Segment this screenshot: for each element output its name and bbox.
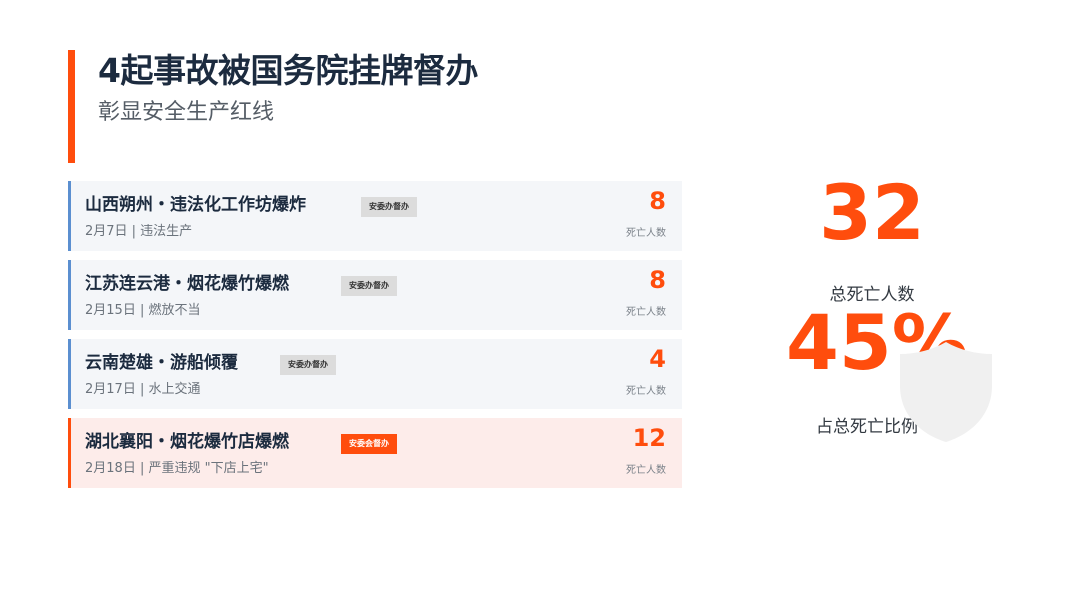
incident-title: 湖北襄阳・烟花爆竹店爆燃 [85,432,289,452]
incident-meta: 2月15日 | 燃放不当 [85,303,201,318]
incident-card-jiangsu: 江苏连云港・烟花爆竹爆燃 安委办督办 2月15日 | 燃放不当 8 死亡人数 [68,260,682,330]
incident-card-yunnan: 云南楚雄・游船倾覆 安委办督办 2月17日 | 水上交通 4 死亡人数 [68,339,682,409]
supervision-tag: 安委办督办 [341,276,397,296]
supervision-tag: 安委会督办 [341,434,397,454]
death-count: 8 [649,187,666,215]
shield-icon [900,342,992,442]
death-count-label: 死亡人数 [626,307,666,318]
page-subtitle: 彰显安全生产红线 [98,100,275,125]
incident-title: 山西朔州・违法化工作坊爆炸 [85,195,306,215]
incident-card-hubei: 湖北襄阳・烟花爆竹店爆燃 安委会督办 2月18日 | 严重违规 "下店上宅" 1… [68,418,682,488]
death-count: 4 [649,345,666,373]
incident-meta: 2月7日 | 违法生产 [85,224,193,239]
supervision-tag: 安委办督办 [361,197,417,217]
incident-meta: 2月18日 | 严重违规 "下店上宅" [85,461,269,476]
incident-meta: 2月17日 | 水上交通 [85,382,201,397]
death-count: 12 [632,424,666,452]
death-count-label: 死亡人数 [626,228,666,239]
death-count-label: 死亡人数 [626,465,666,476]
supervision-tag: 安委办督办 [280,355,336,375]
incident-card-shanxi: 山西朔州・违法化工作坊爆炸 安委办督办 2月7日 | 违法生产 8 死亡人数 [68,181,682,251]
death-count: 8 [649,266,666,294]
title-accent-bar [68,50,75,163]
death-count-label: 死亡人数 [626,386,666,397]
page-title: 4起事故被国务院挂牌督办 [98,51,478,90]
incident-title: 江苏连云港・烟花爆竹爆燃 [85,274,289,294]
incident-title: 云南楚雄・游船倾覆 [85,353,238,373]
total-deaths-number: 32 [819,168,925,257]
